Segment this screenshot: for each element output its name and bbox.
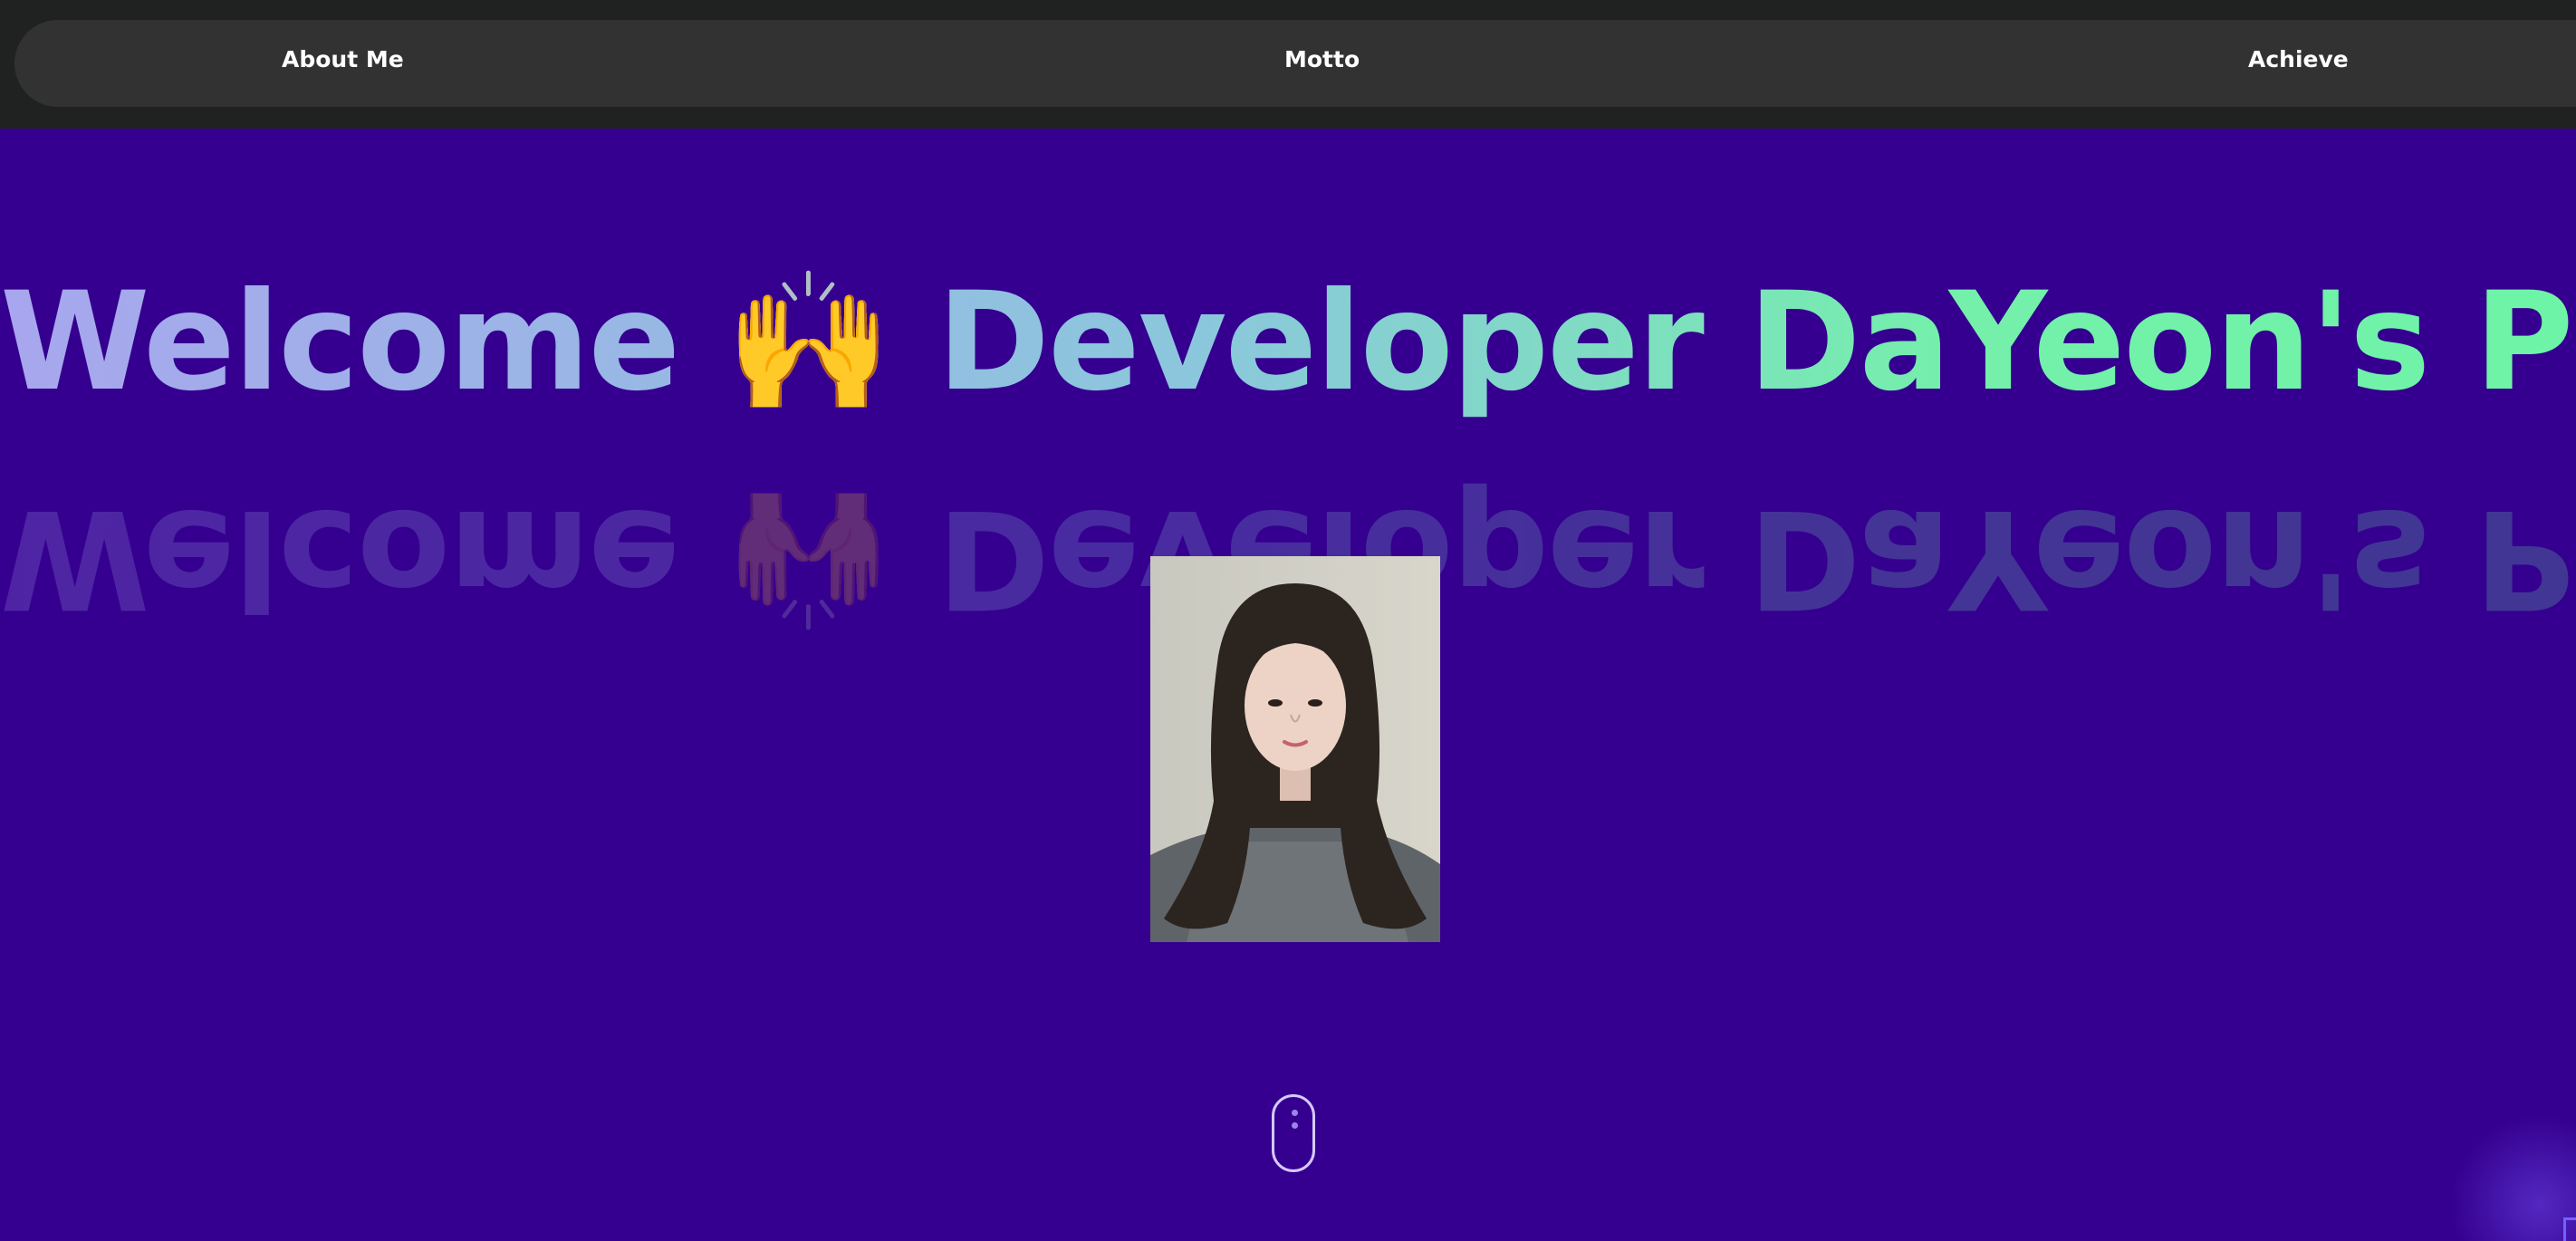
corner-bracket-icon	[2563, 1217, 2576, 1241]
nav-link-motto[interactable]: Motto	[1284, 20, 1360, 107]
reflection-hands-icon: 🙌	[724, 479, 892, 637]
nav-link-about-me[interactable]: About Me	[282, 20, 404, 107]
welcome-headline: Welcome 🙌 Developer DaYeon's Portfolio.	[0, 263, 2576, 422]
scroll-hint-text: ...	[1281, 1227, 1306, 1241]
profile-photo	[1150, 556, 1440, 942]
portrait-illustration	[1150, 556, 1440, 942]
top-navigation-bar: About Me Motto Achieve	[0, 0, 2576, 129]
nav-link-achieve[interactable]: Achieve	[2248, 20, 2349, 107]
headline-text-end: Developer DaYeon's Portfolio.	[937, 264, 2572, 421]
scroll-dot-2	[1292, 1122, 1298, 1129]
reflection-text-end: Developer DaYeon's Portfolio.	[1748, 479, 2572, 637]
headline-text-start: Welcome	[0, 264, 725, 421]
scroll-dot-1	[1292, 1110, 1298, 1116]
hero-section: Welcome 🙌 Developer DaYeon's Portfolio. …	[0, 129, 2576, 1241]
raising-hands-icon: 🙌	[724, 264, 893, 421]
corner-glow	[2449, 1114, 2576, 1241]
welcome-headline-container: Welcome 🙌 Developer DaYeon's Portfolio.	[0, 263, 2576, 422]
nav-menu: About Me Motto Achieve	[14, 20, 2576, 107]
mouse-scroll-icon	[1272, 1094, 1315, 1172]
reflection-text-start: Welcome	[0, 479, 725, 637]
